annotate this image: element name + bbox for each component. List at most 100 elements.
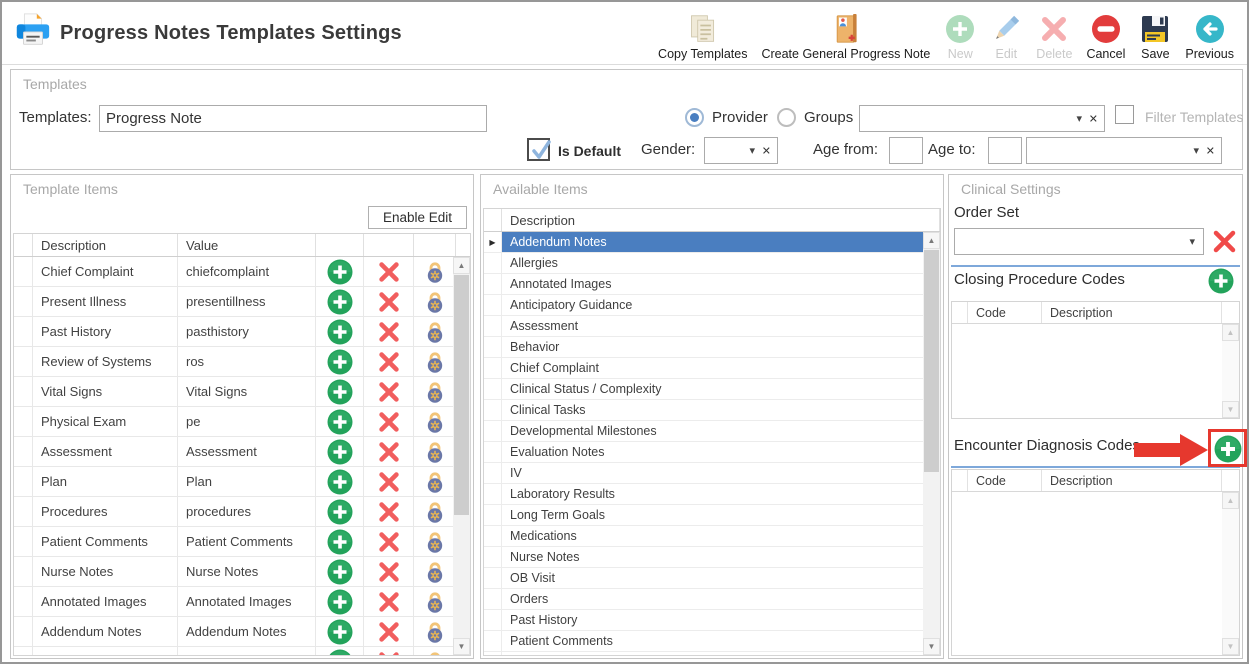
add-item-button[interactable] [316,587,364,616]
available-item-row[interactable]: Behavior [484,337,923,358]
clear-icon[interactable]: ✕ [1206,144,1215,157]
scroll-down-icon[interactable]: ▼ [1222,401,1239,418]
available-item-row[interactable]: Assessment [484,316,923,337]
item-security-settings-button[interactable] [414,527,453,556]
item-security-settings-button[interactable] [414,317,453,346]
add-item-button[interactable] [316,347,364,376]
remove-item-button[interactable] [364,497,414,526]
available-item-row[interactable]: Patient Comments [484,631,923,652]
add-item-button[interactable] [316,317,364,346]
chevron-down-icon[interactable]: ▾ [1193,143,1199,156]
remove-item-button[interactable] [364,617,414,646]
clear-icon[interactable]: ✕ [1089,112,1098,125]
template-item-row[interactable]: Patient Comments Patient Comments [14,527,453,557]
template-item-row[interactable]: Vital Signs Vital Signs [14,377,453,407]
item-security-settings-button[interactable] [414,497,453,526]
item-security-settings-button[interactable] [414,347,453,376]
add-item-button[interactable] [316,467,364,496]
add-item-button[interactable] [316,617,364,646]
item-security-settings-button[interactable] [414,647,453,655]
remove-item-button[interactable] [364,587,414,616]
available-item-row[interactable]: Nurse Notes [484,547,923,568]
available-item-row[interactable]: OB Visit [484,568,923,589]
available-item-row[interactable]: Laboratory Results [484,484,923,505]
remove-item-button[interactable] [364,347,414,376]
template-item-row[interactable]: Present Illness presentillness [14,287,453,317]
add-item-button[interactable] [316,557,364,586]
template-item-row[interactable]: Procedures procedures [14,497,453,527]
available-item-row[interactable]: Evaluation Notes [484,442,923,463]
available-item-row[interactable]: Long Term Goals [484,505,923,526]
remove-item-button[interactable] [364,647,414,655]
add-closing-procedure-code-button[interactable] [1208,268,1234,294]
age-range-combo[interactable]: ▾ ✕ [1026,137,1222,164]
enable-edit-button[interactable]: Enable Edit [367,206,467,229]
remove-item-button[interactable] [364,557,414,586]
create-general-progress-note-button[interactable]: Create General Progress Note [754,10,937,63]
chevron-down-icon[interactable]: ▾ [1076,111,1082,124]
add-item-button[interactable] [316,377,364,406]
remove-item-button[interactable] [364,317,414,346]
new-button[interactable]: New [937,10,983,63]
add-item-button[interactable] [316,407,364,436]
template-item-row[interactable]: Nurse Notes Nurse Notes [14,557,453,587]
scroll-down-icon[interactable]: ▼ [923,638,940,655]
item-security-settings-button[interactable] [414,407,453,436]
remove-item-button[interactable] [364,407,414,436]
chevron-down-icon[interactable]: ▾ [1189,234,1195,247]
save-button[interactable]: Save [1132,10,1178,63]
item-security-settings-button[interactable] [414,377,453,406]
add-item-button[interactable] [316,287,364,316]
template-item-row[interactable]: Assessment Assessment [14,437,453,467]
remove-item-button[interactable] [364,467,414,496]
remove-item-button[interactable] [364,257,414,286]
clear-order-set-button[interactable] [1211,228,1238,260]
template-item-row[interactable]: Past History pasthistory [14,317,453,347]
available-item-row[interactable]: Medications [484,526,923,547]
template-item-row[interactable]: Annotated Images Annotated Images [14,587,453,617]
age-from-input[interactable] [889,137,923,164]
gender-combo[interactable]: ▾ ✕ [704,137,778,164]
edit-button[interactable]: Edit [983,10,1029,63]
filter-templates-checkbox[interactable] [1115,105,1134,124]
available-items-scrollbar[interactable]: ▲ ▼ [923,232,940,655]
cancel-button[interactable]: Cancel [1079,10,1132,63]
template-item-row[interactable]: Addendum Notes Addendum Notes [14,617,453,647]
available-item-row[interactable]: Clinical Tasks [484,400,923,421]
template-item-row[interactable]: Laboratory Results Laboratory Results [14,647,453,655]
item-security-settings-button[interactable] [414,587,453,616]
scroll-up-icon[interactable]: ▲ [1222,492,1239,509]
template-items-scrollbar[interactable]: ▲ ▼ [453,257,470,655]
clear-icon[interactable]: ✕ [762,144,771,157]
order-set-combo[interactable]: ▾ [954,228,1204,255]
available-item-row[interactable]: Anticipatory Guidance [484,295,923,316]
template-item-row[interactable]: Review of Systems ros [14,347,453,377]
scroll-down-icon[interactable]: ▼ [1222,638,1239,655]
scrollbar-thumb[interactable] [454,275,469,515]
add-item-button[interactable] [316,497,364,526]
available-item-row[interactable]: Phone Calls [484,652,923,655]
template-item-row[interactable]: Physical Exam pe [14,407,453,437]
available-item-row[interactable]: Orders [484,589,923,610]
item-security-settings-button[interactable] [414,287,453,316]
remove-item-button[interactable] [364,437,414,466]
template-name-input[interactable] [99,105,487,132]
previous-button[interactable]: Previous [1178,10,1241,63]
age-to-input[interactable] [988,137,1022,164]
remove-item-button[interactable] [364,287,414,316]
scroll-up-icon[interactable]: ▲ [1222,324,1239,341]
item-security-settings-button[interactable] [414,557,453,586]
remove-item-button[interactable] [364,527,414,556]
scrollbar-thumb[interactable] [924,250,939,472]
scrollbar[interactable]: ▲ ▼ [1222,492,1239,655]
is-default-checkbox[interactable] [527,138,551,161]
available-item-row[interactable]: Past History [484,610,923,631]
template-item-row[interactable]: Chief Complaint chiefcomplaint [14,257,453,287]
provider-radio[interactable] [685,108,704,127]
add-item-button[interactable] [316,647,364,655]
template-item-row[interactable]: Plan Plan [14,467,453,497]
available-item-row[interactable]: Developmental Milestones [484,421,923,442]
available-item-row[interactable]: Chief Complaint [484,358,923,379]
groups-radio[interactable] [777,108,796,127]
available-item-row[interactable]: Clinical Status / Complexity [484,379,923,400]
